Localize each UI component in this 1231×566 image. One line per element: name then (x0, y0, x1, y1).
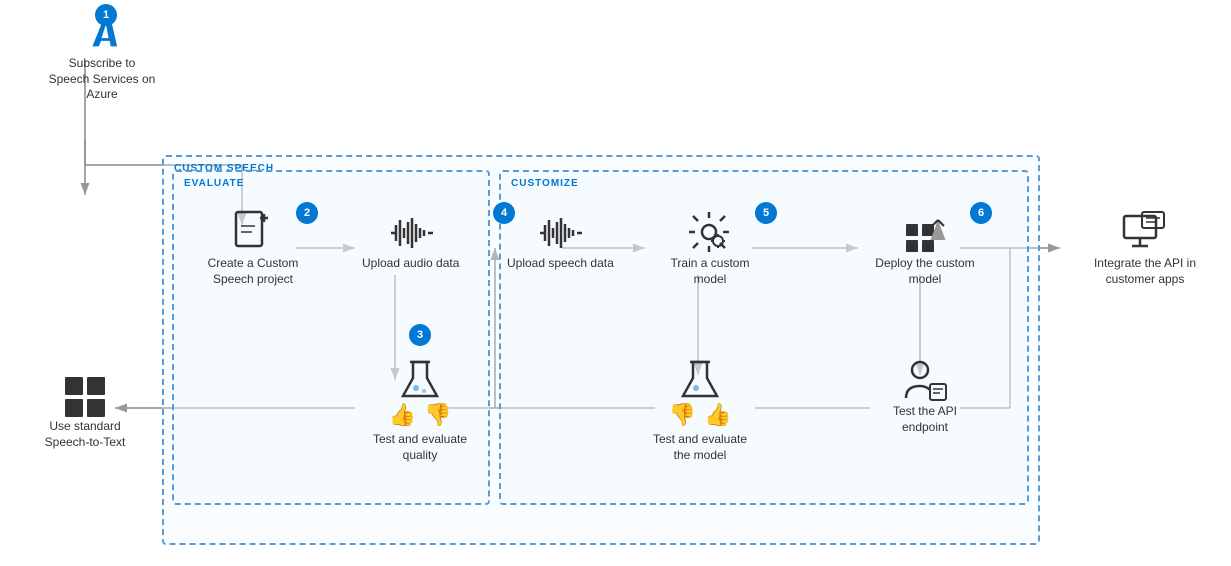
step8-label: Use standard Speech-to-Text (30, 419, 140, 450)
diagram-container: CUSTOM SPEECH EVALUATE CUSTOMIZE Subscri… (0, 0, 1231, 566)
flask2-icon (678, 358, 722, 402)
deploy-icon (902, 210, 948, 256)
thumb-up-model: 👍 (704, 402, 731, 428)
step6-label: Deploy the custom model (870, 256, 980, 287)
step8-node: Use standard Speech-to-Text (30, 375, 140, 450)
step3-node: 👍 👎 Test and evaluate quality 3 (365, 358, 475, 463)
upload-audio-label: Upload audio data (362, 256, 459, 272)
thumb-down-quality: 👎 (424, 402, 451, 428)
step1-label: Subscribe to Speech Services on Azure (47, 56, 157, 103)
step5-node: Train a custom model 5 (655, 210, 765, 287)
step1-badge: 1 (95, 4, 117, 26)
step3-badge: 3 (409, 324, 431, 346)
step6-badge: 6 (970, 202, 992, 224)
audio-icon (386, 210, 436, 256)
step5-label: Train a custom model (655, 256, 765, 287)
step2-badge: 2 (296, 202, 318, 224)
gear-icon (687, 210, 733, 256)
stt-icon (63, 375, 107, 419)
upload-audio-node: Upload audio data (362, 210, 459, 272)
upload-speech-icon (535, 210, 585, 256)
step5-badge: 5 (755, 202, 777, 224)
step7-label: Integrate the API in customer apps (1090, 256, 1200, 287)
step2-label: Create a Custom Speech project (198, 256, 308, 287)
step4-node: Upload speech data 4 (507, 210, 614, 272)
step6-node: Deploy the custom model 6 (870, 210, 980, 287)
test-api-label: Test the API endpoint (870, 404, 980, 435)
flask-icon (398, 358, 442, 402)
test-model-label: Test and evaluate the model (645, 432, 755, 463)
step2-node: Create a Custom Speech project 2 (198, 210, 308, 287)
step3-label: Test and evaluate quality (365, 432, 475, 463)
integrate-icon (1120, 210, 1170, 256)
thumb-down-model: 👎 (669, 402, 696, 428)
step4-badge: 4 (493, 202, 515, 224)
api-test-icon (902, 358, 948, 404)
test-api-node: Test the API endpoint (870, 358, 980, 435)
step1-node: Subscribe to Speech Services on Azure 1 (47, 12, 157, 103)
step7-node: Integrate the API in customer apps (1090, 210, 1200, 287)
section-customize-label: CUSTOMIZE (511, 178, 579, 189)
section-evaluate-label: EVALUATE (184, 178, 244, 189)
project-icon (230, 210, 276, 256)
thumb-up-quality: 👍 (389, 402, 416, 428)
step4-label: Upload speech data (507, 256, 614, 272)
test-model-node: 👎 👍 Test and evaluate the model (645, 358, 755, 463)
